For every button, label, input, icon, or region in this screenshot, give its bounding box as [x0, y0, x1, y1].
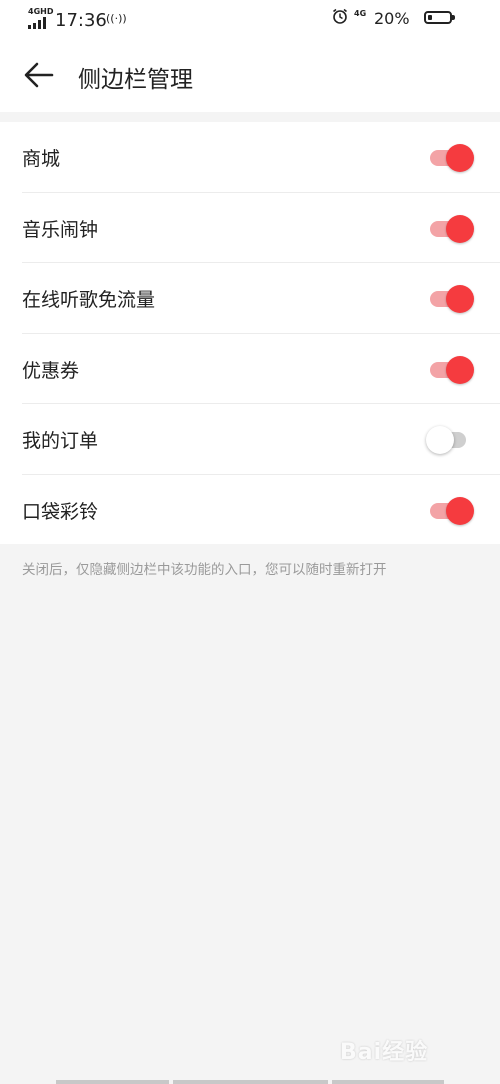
setting-label: 口袋彩铃 — [22, 500, 99, 523]
status-right: 4G 20% — [332, 8, 472, 32]
nav-bar-segment — [332, 1080, 444, 1084]
app-header: 侧边栏管理 — [0, 40, 500, 112]
footnote-text: 关闭后，仅隐藏侧边栏中该功能的入口，您可以随时重新打开 — [22, 562, 387, 578]
network-type-label-right: 4G — [354, 9, 367, 18]
setting-row: 在线听歌免流量 — [22, 263, 500, 334]
toggle-knob — [426, 426, 454, 454]
setting-row: 我的订单 — [22, 404, 500, 475]
toggle-switch[interactable] — [426, 142, 474, 172]
battery-icon — [424, 11, 455, 24]
nav-bar-segment — [173, 1080, 328, 1084]
toggle-knob — [446, 496, 474, 525]
page-title: 侧边栏管理 — [78, 67, 193, 93]
back-arrow-icon[interactable] — [22, 58, 56, 92]
setting-row: 音乐闹钟 — [22, 193, 500, 263]
setting-label: 商城 — [22, 148, 61, 170]
toggle-knob — [446, 285, 474, 313]
toggle-switch[interactable] — [426, 495, 474, 525]
setting-label: 我的订单 — [22, 430, 99, 452]
setting-label: 优惠券 — [22, 359, 80, 382]
battery-fill — [428, 15, 432, 20]
alarm-clock-icon — [333, 8, 347, 24]
status-bar: 4GHD 17:36 ((·)) 4G 20% — [0, 0, 500, 40]
battery-percent: 20% — [374, 9, 410, 28]
sidebar-settings-list: 商城音乐闹钟在线听歌免流量 优惠券我的订单口袋彩铃 — [0, 122, 500, 544]
hotspot-icon: ((·)) — [106, 12, 127, 25]
setting-row: 口袋彩铃 — [22, 475, 500, 545]
clock-time: 17:36 — [55, 10, 107, 31]
toggle-knob — [446, 144, 474, 172]
network-type-label: 4GHD — [28, 7, 54, 16]
nav-bar-segment — [56, 1080, 169, 1084]
toggle-switch[interactable] — [426, 354, 474, 384]
setting-row: 商城 — [22, 122, 500, 193]
setting-label: 音乐闹钟 — [22, 218, 99, 241]
baidu-jingyan-watermark: Bai经验 — [340, 1028, 490, 1068]
setting-label: 在线听歌免流量 — [22, 289, 156, 311]
setting-row: 优惠券 — [22, 334, 500, 404]
signal-strength-icon — [28, 17, 48, 29]
toggle-knob — [446, 214, 474, 243]
watermark-text: Bai经验 — [340, 1040, 429, 1065]
toggle-knob — [446, 355, 474, 384]
toggle-switch[interactable] — [426, 424, 474, 454]
toggle-switch[interactable] — [426, 213, 474, 243]
toggle-switch[interactable] — [426, 283, 474, 313]
